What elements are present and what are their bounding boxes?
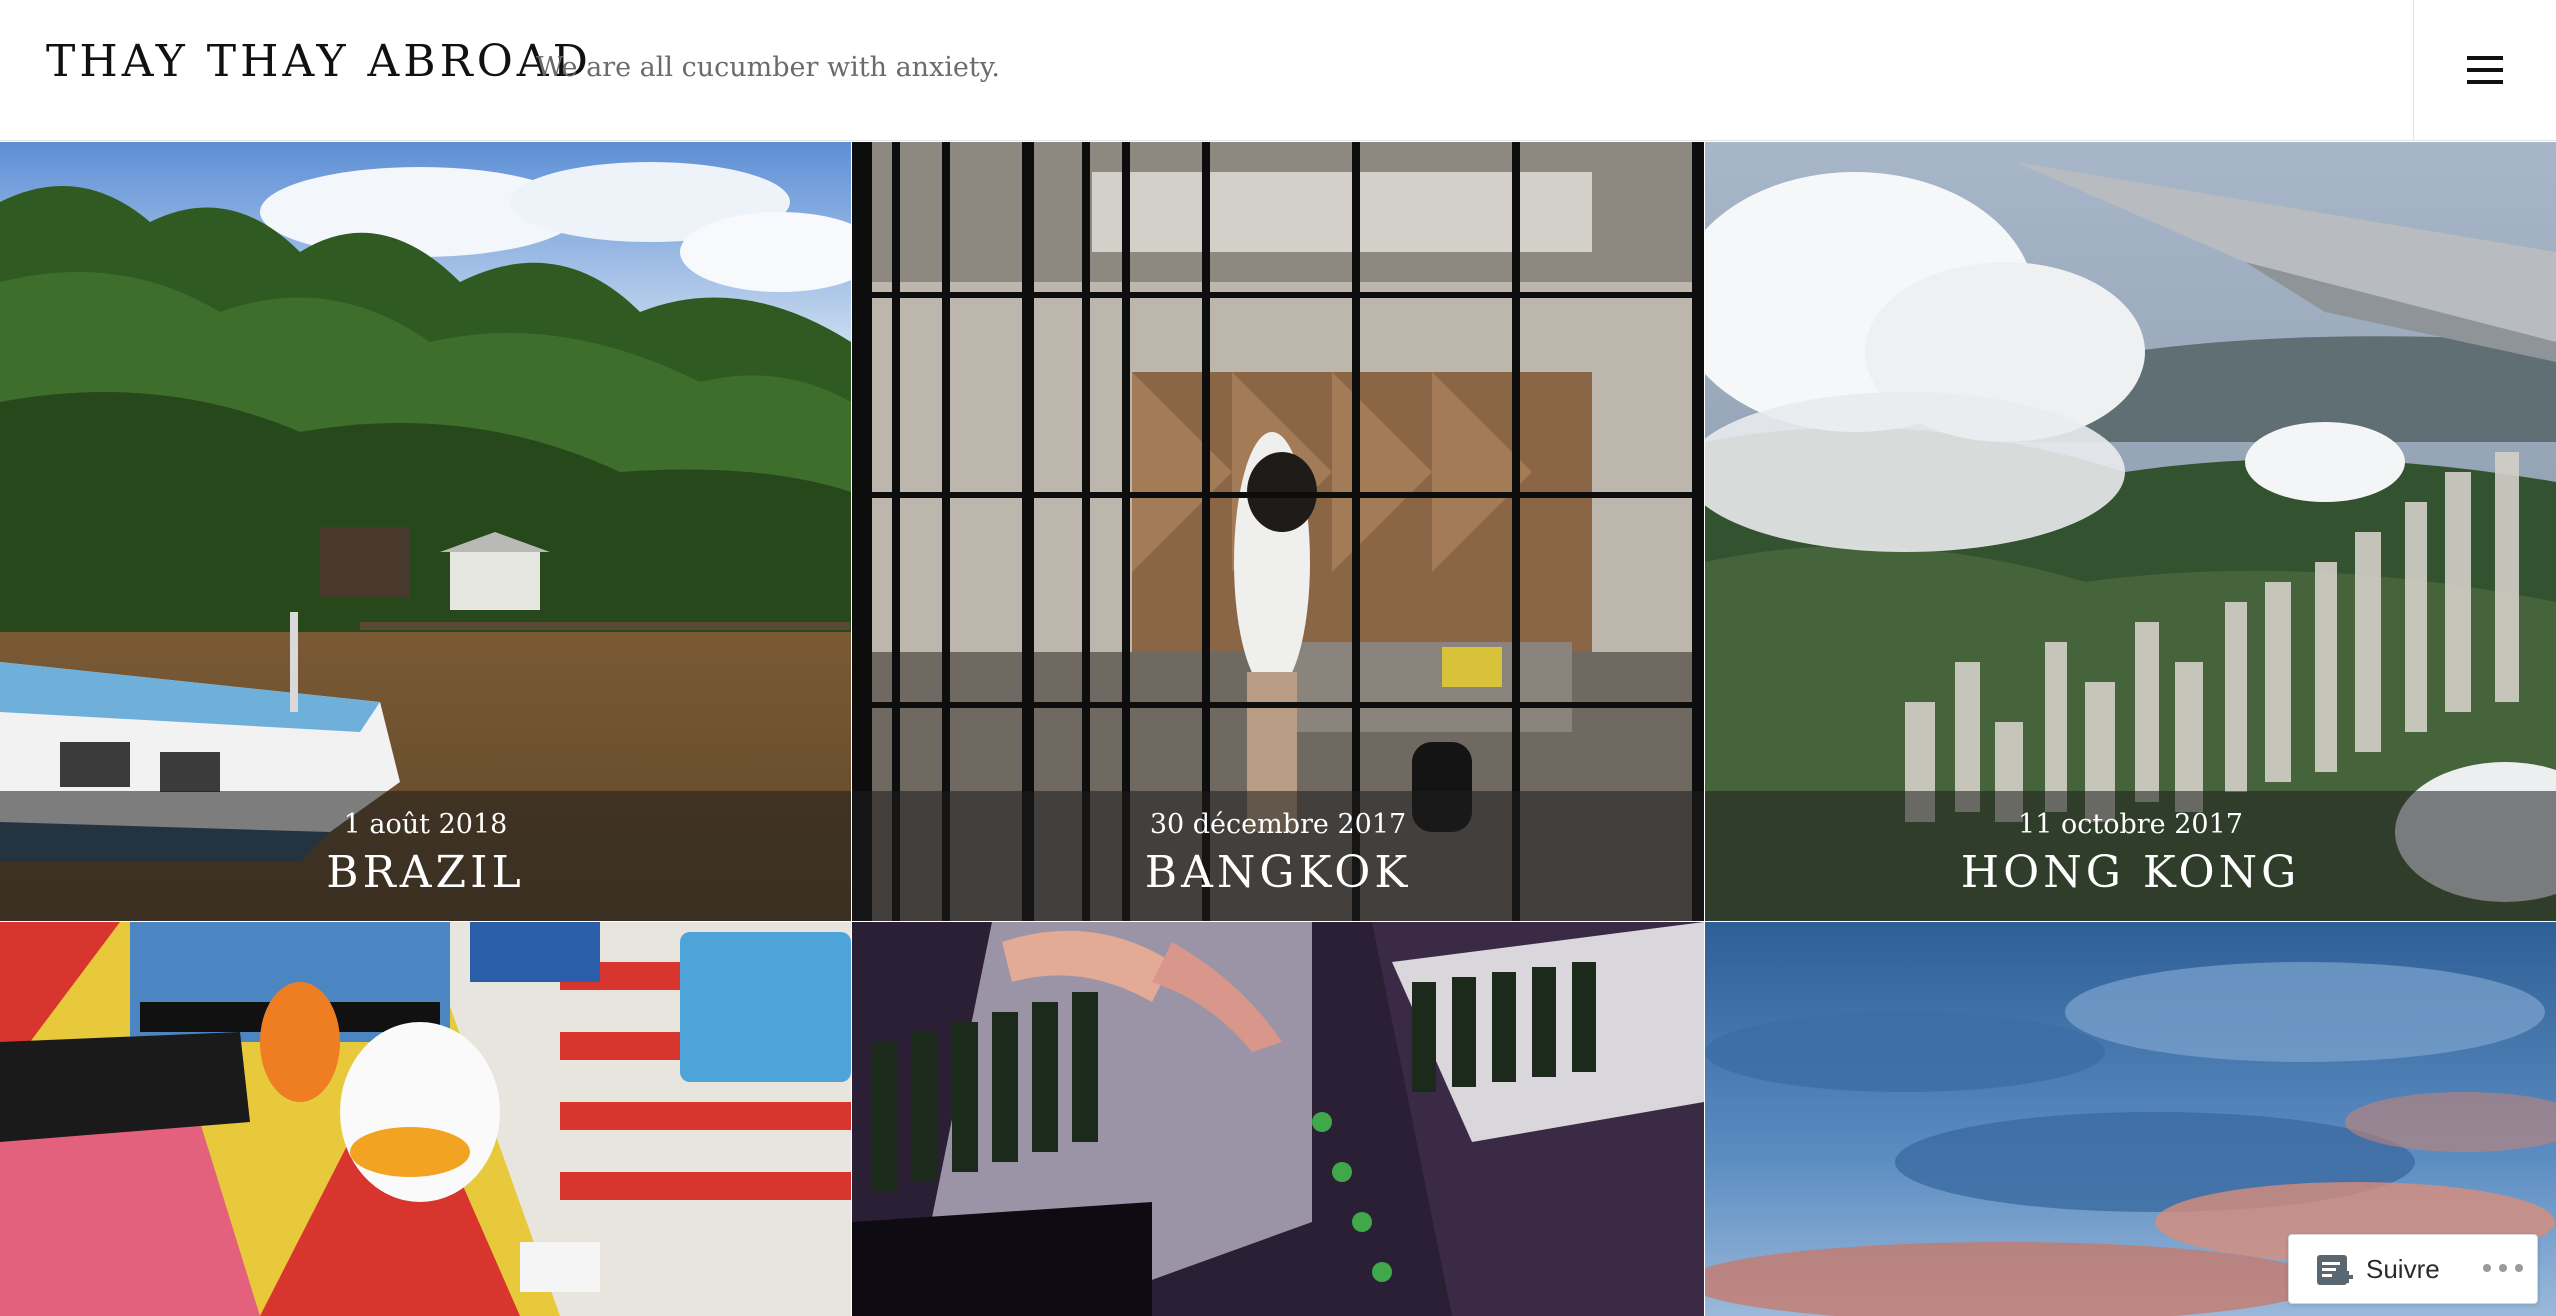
post-image-fridge — [852, 922, 1704, 1316]
reader-follow-icon[interactable] — [2315, 1251, 2355, 1291]
post-title[interactable]: BANGKOK — [852, 847, 1704, 898]
post-title[interactable]: HONG KONG — [1705, 847, 2556, 898]
more-dots-icon[interactable] — [2481, 1258, 2525, 1278]
follow-widget: Suivre — [2288, 1234, 2538, 1304]
post-tile-hong-kong[interactable]: 11 octobre 2017 HONG KONG — [1705, 142, 2556, 921]
post-image-mural — [0, 922, 851, 1316]
post-caption: 1 août 2018 BRAZIL — [0, 791, 851, 921]
post-title[interactable]: BRAZIL — [0, 847, 851, 898]
menu-area — [2413, 0, 2556, 141]
post-tile-bangkok[interactable]: 30 décembre 2017 BANGKOK — [852, 142, 1704, 921]
post-date: 1 août 2018 — [343, 809, 508, 840]
site-title[interactable]: THAY THAY ABROAD — [46, 36, 592, 87]
post-tile-5[interactable] — [852, 922, 1704, 1316]
follow-button[interactable]: Suivre — [2366, 1254, 2440, 1285]
post-date: 30 décembre 2017 — [1149, 809, 1407, 840]
post-tile-4[interactable] — [0, 922, 851, 1316]
hamburger-menu-icon[interactable] — [2463, 50, 2507, 90]
post-date: 11 octobre 2017 — [2018, 809, 2243, 840]
post-caption: 11 octobre 2017 HONG KONG — [1705, 791, 2556, 921]
site-header: THAY THAY ABROAD We are all cucumber wit… — [0, 0, 2556, 141]
site-description: We are all cucumber with anxiety. — [536, 52, 1000, 83]
post-tile-brazil[interactable]: 1 août 2018 BRAZIL — [0, 142, 851, 921]
post-caption: 30 décembre 2017 BANGKOK — [852, 791, 1704, 921]
